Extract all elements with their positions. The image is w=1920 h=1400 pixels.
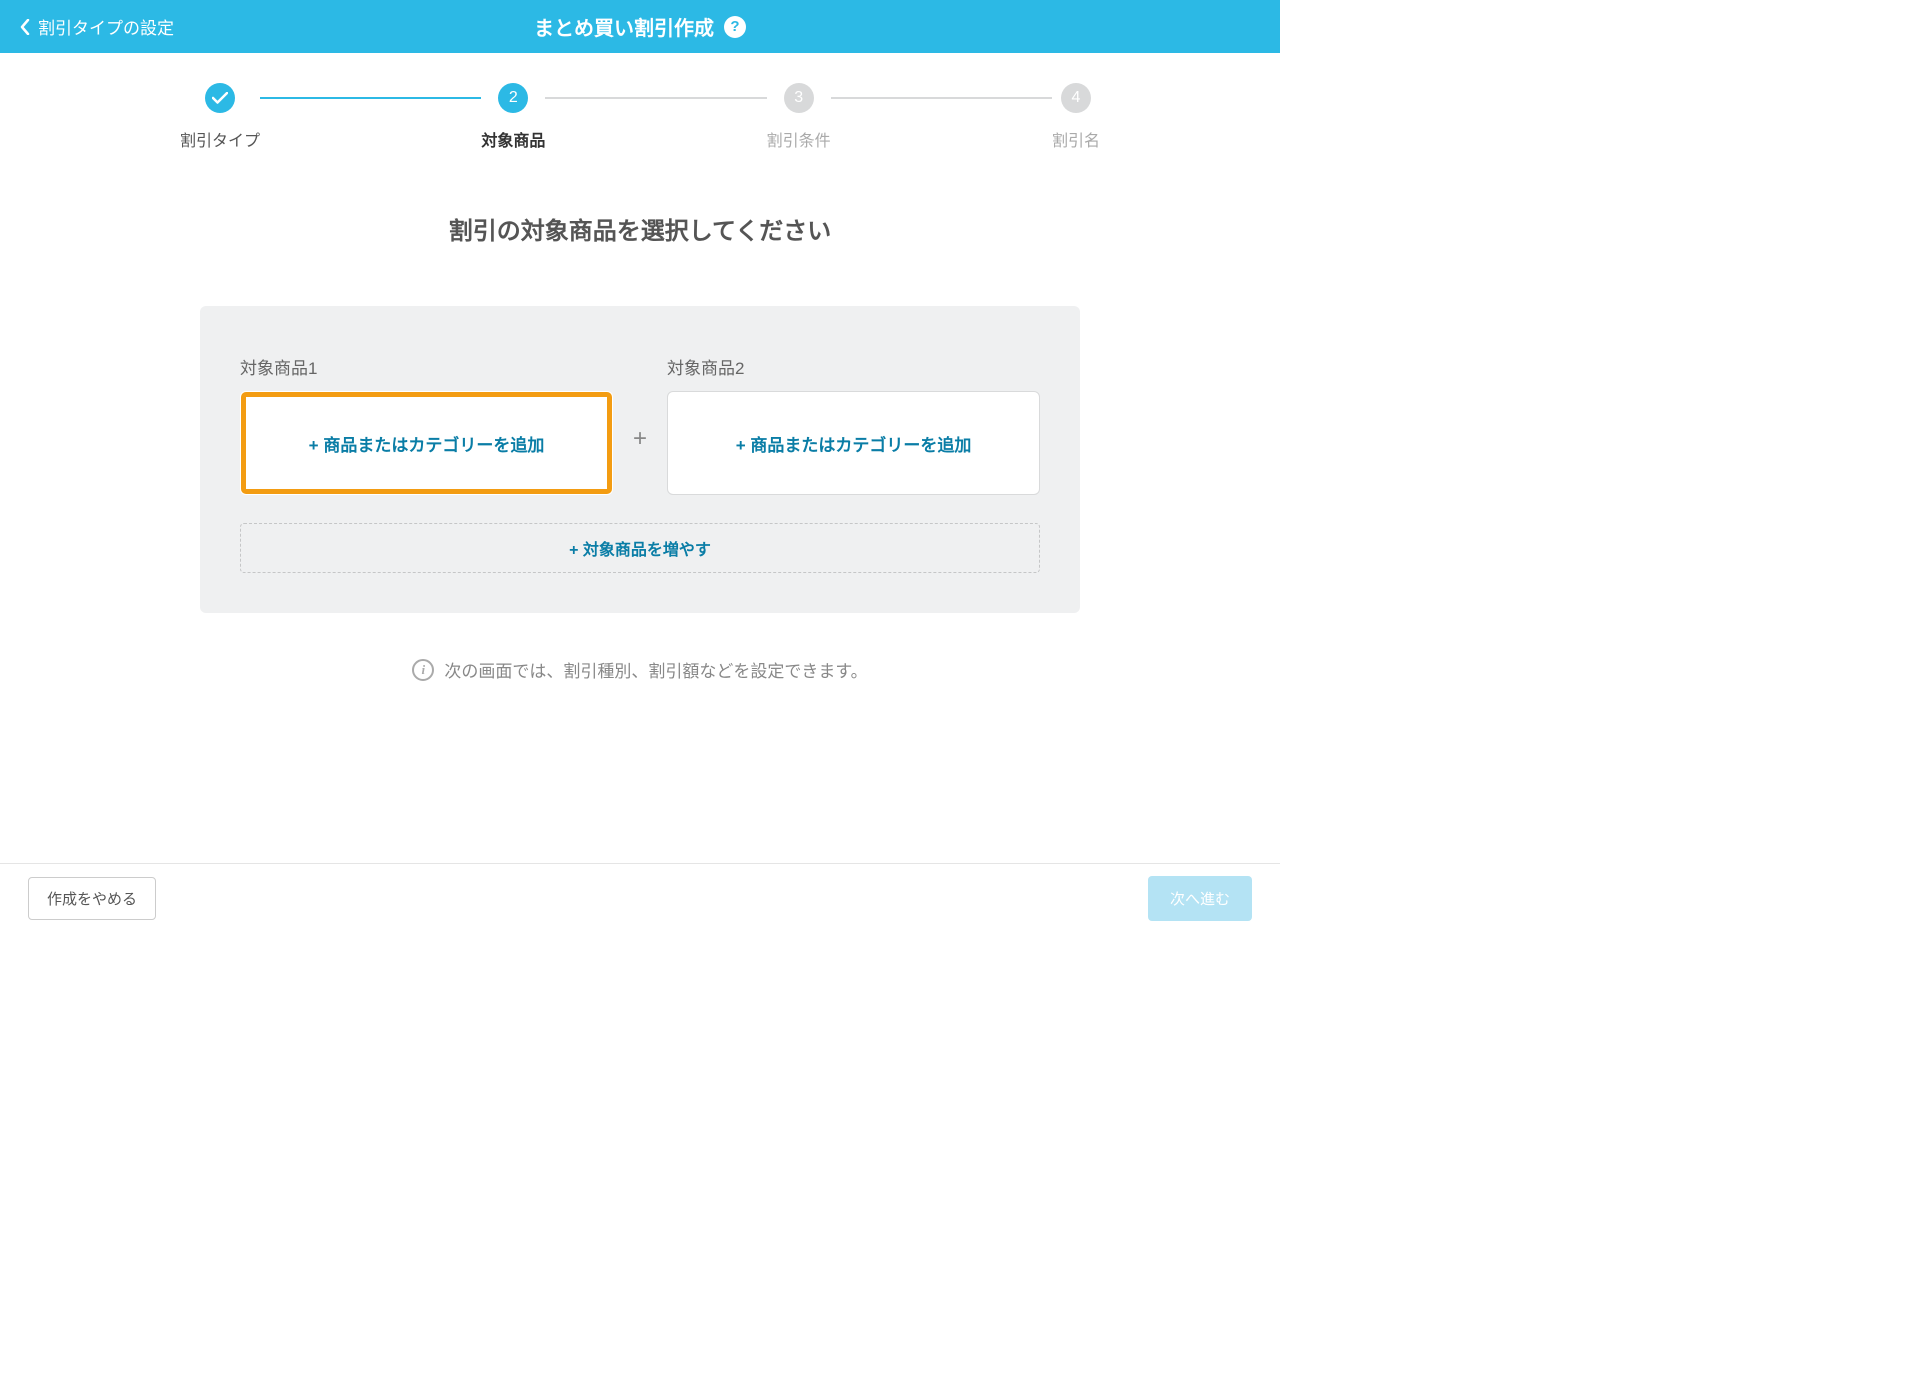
- page-title: まとめ買い割引作成 ?: [534, 12, 746, 41]
- step-discount-name: 4 割引名: [1052, 83, 1100, 151]
- connector-2: [545, 97, 766, 99]
- product-block-2: 対象商品2 + 商品またはカテゴリーを追加: [667, 354, 1040, 495]
- step-target-products: 2 対象商品: [481, 83, 545, 151]
- page-header: 割引タイプの設定 まとめ買い割引作成 ?: [0, 0, 1280, 53]
- step-label-4: 割引名: [1052, 127, 1100, 151]
- info-row: i 次の画面では、割引種別、割引額などを設定できます。: [0, 657, 1280, 682]
- product-block-1: 対象商品1 + 商品またはカテゴリーを追加: [240, 354, 613, 495]
- info-text: 次の画面では、割引種別、割引額などを設定できます。: [444, 657, 867, 682]
- step-label-1: 割引タイプ: [180, 127, 260, 151]
- footer-bar: 作成をやめる 次へ進む: [0, 863, 1280, 933]
- step-label-2: 対象商品: [481, 127, 545, 151]
- next-button[interactable]: 次へ進む: [1148, 876, 1252, 921]
- add-product-button-2[interactable]: + 商品またはカテゴリーを追加: [667, 391, 1040, 495]
- step-circle-1: [205, 83, 235, 113]
- help-icon[interactable]: ?: [724, 16, 746, 38]
- back-button[interactable]: 割引タイプの設定: [20, 14, 174, 39]
- plus-separator: +: [633, 425, 647, 453]
- info-icon: i: [412, 659, 434, 681]
- page-title-text: まとめ買い割引作成: [534, 12, 714, 41]
- connector-3: [831, 97, 1052, 99]
- product-selection-panel: 対象商品1 + 商品またはカテゴリーを追加 + 対象商品2 + 商品またはカテゴ…: [200, 306, 1080, 613]
- back-label: 割引タイプの設定: [38, 14, 174, 39]
- step-discount-type: 割引タイプ: [180, 83, 260, 151]
- progress-stepper: 割引タイプ 2 対象商品 3 割引条件 4 割引名: [0, 83, 1280, 151]
- step-discount-conditions: 3 割引条件: [767, 83, 831, 151]
- step-circle-4: 4: [1061, 83, 1091, 113]
- chevron-left-icon: [20, 19, 30, 35]
- product-row: 対象商品1 + 商品またはカテゴリーを追加 + 対象商品2 + 商品またはカテゴ…: [240, 354, 1040, 495]
- main-heading: 割引の対象商品を選択してください: [0, 211, 1280, 246]
- add-more-products-button[interactable]: + 対象商品を増やす: [240, 523, 1040, 573]
- add-product-button-1[interactable]: + 商品またはカテゴリーを追加: [240, 391, 613, 495]
- step-label-3: 割引条件: [767, 127, 831, 151]
- check-icon: [212, 92, 228, 104]
- step-circle-2: 2: [498, 83, 528, 113]
- product-label-1: 対象商品1: [240, 354, 613, 379]
- product-label-2: 対象商品2: [667, 354, 1040, 379]
- cancel-button[interactable]: 作成をやめる: [28, 877, 156, 920]
- connector-1: [260, 97, 481, 99]
- step-circle-3: 3: [784, 83, 814, 113]
